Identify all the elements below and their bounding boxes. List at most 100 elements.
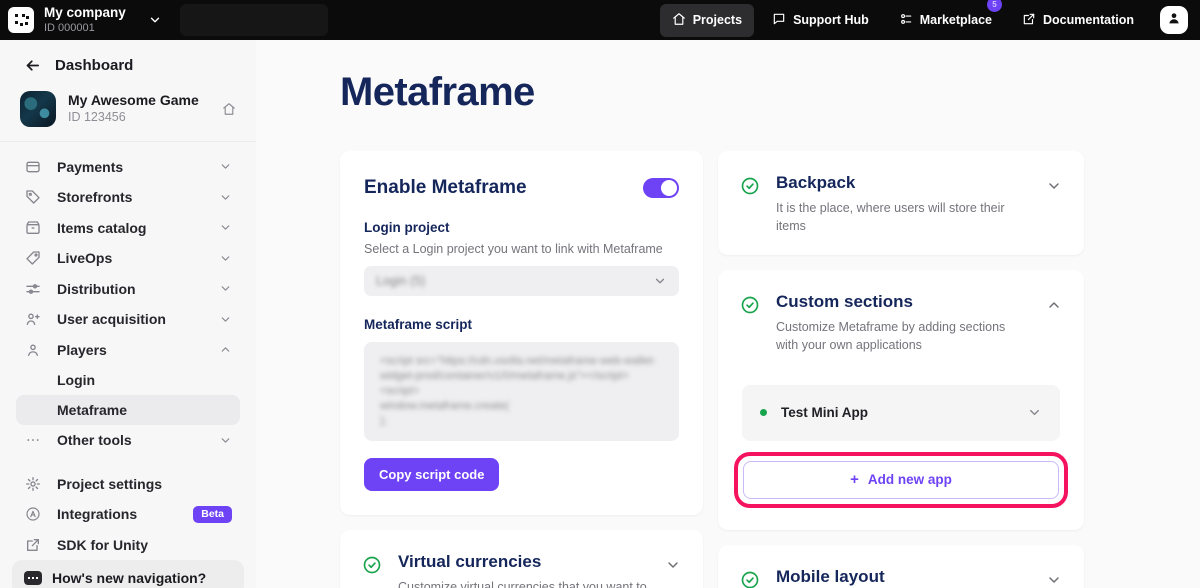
- mixer-icon: [899, 12, 913, 29]
- sidebar-item-label: Payments: [57, 159, 123, 175]
- main-content: Metaframe Enable Metaframe Login project…: [256, 40, 1200, 588]
- nav-divider-gap: [16, 456, 240, 469]
- company-logo[interactable]: [8, 7, 34, 33]
- chevron-down-icon: [219, 221, 232, 234]
- chevron-down-icon: [219, 434, 232, 447]
- sidebar-item-login[interactable]: Login: [16, 365, 240, 395]
- script-line: widget-prod/container/v1/0/metaframe.js"…: [380, 369, 663, 384]
- mobile-layout-title: Mobile layout: [776, 567, 989, 587]
- project-avatar: [20, 91, 56, 127]
- chevron-down-icon[interactable]: [665, 557, 681, 588]
- nav-support-hub-label: Support Hub: [793, 13, 869, 27]
- nav-documentation[interactable]: Documentation: [1010, 4, 1146, 37]
- custom-sections-subtitle: Customize Metaframe by adding sections w…: [776, 318, 1026, 354]
- custom-sections-title: Custom sections: [776, 292, 1026, 312]
- chevron-down-icon: [219, 313, 232, 326]
- chevron-down-icon: [219, 191, 232, 204]
- custom-sections-card: Custom sections Customize Metaframe by a…: [718, 270, 1084, 529]
- promo-label: How's new navigation?: [52, 570, 206, 586]
- enable-metaframe-toggle[interactable]: [643, 178, 679, 198]
- sidebar-item-label: SDK for Unity: [57, 537, 148, 553]
- sidebar-item-other-tools[interactable]: Other tools: [16, 425, 240, 456]
- toggle-knob: [661, 180, 677, 196]
- sidebar-item-integrations[interactable]: Integrations Beta: [16, 499, 240, 530]
- sidebar-item-label: LiveOps: [57, 250, 112, 266]
- sidebar-item-label: Integrations: [57, 506, 137, 522]
- sidebar-item-metaframe[interactable]: Metaframe: [16, 395, 240, 425]
- enable-metaframe-title: Enable Metaframe: [364, 177, 527, 199]
- copy-script-code-button[interactable]: Copy script code: [364, 458, 499, 491]
- virtual-currencies-subtitle: Customize virtual currencies that you wa…: [398, 578, 648, 588]
- chevron-down-icon[interactable]: [1046, 178, 1062, 235]
- profile-button[interactable]: [1160, 6, 1188, 34]
- chevron-down-icon[interactable]: [148, 13, 162, 27]
- check-circle-icon: [740, 176, 760, 235]
- sidebar-item-distribution[interactable]: Distribution: [16, 274, 240, 305]
- xsolla-dots-icon: [15, 14, 18, 17]
- backpack-title: Backpack: [776, 173, 1026, 193]
- sidebar-item-liveops[interactable]: LiveOps: [16, 243, 240, 274]
- check-circle-icon: [362, 555, 382, 588]
- mini-app-row[interactable]: Test Mini App: [742, 385, 1060, 441]
- add-new-app-label: Add new app: [868, 472, 952, 487]
- sidebar-item-user-acquisition[interactable]: User acquisition: [16, 304, 240, 335]
- page-title: Metaframe: [340, 70, 1200, 115]
- virtual-currencies-card: Virtual currencies Customize virtual cur…: [340, 530, 703, 588]
- script-line: <script>: [380, 384, 663, 399]
- chevron-up-icon: [219, 343, 232, 356]
- company-selector[interactable]: My company ID 000001: [44, 5, 126, 34]
- check-circle-icon: [740, 295, 760, 354]
- circle-a-icon: [24, 506, 41, 522]
- sidebar-item-label: Project settings: [57, 476, 162, 492]
- mini-app-name: Test Mini App: [781, 405, 868, 420]
- chevron-down-icon[interactable]: [1046, 572, 1062, 588]
- project-name: My Awesome Game: [68, 92, 199, 110]
- user-icon: [1166, 10, 1182, 31]
- ellipsis-icon: [24, 432, 41, 448]
- chevron-up-icon[interactable]: [1046, 297, 1062, 354]
- metaframe-script-textarea[interactable]: <script src="https://cdn.xsolla.net/meta…: [364, 342, 679, 441]
- add-new-app-button[interactable]: + Add new app: [743, 461, 1059, 499]
- back-to-dashboard[interactable]: Dashboard: [0, 56, 256, 75]
- nav-projects[interactable]: Projects: [660, 4, 754, 37]
- chat-icon: [772, 12, 786, 29]
- company-name: My company: [44, 5, 126, 21]
- user-plus-icon: [24, 311, 41, 327]
- chevron-down-icon: [1027, 405, 1042, 420]
- script-line: <script src="https://cdn.xsolla.net/meta…: [380, 354, 663, 369]
- sidebar-item-storefronts[interactable]: Storefronts: [16, 182, 240, 213]
- marketplace-badge: 5: [987, 0, 1002, 12]
- external-link-icon: [24, 537, 41, 553]
- sidebar-item-payments[interactable]: Payments: [16, 152, 240, 183]
- keyboard-icon: [24, 571, 42, 585]
- top-bar: My company ID 000001 Projects Support Hu…: [0, 0, 1200, 40]
- highlight-annotation: + Add new app: [734, 452, 1068, 508]
- sidebar-item-label: Distribution: [57, 281, 136, 297]
- login-project-hint: Select a Login project you want to link …: [364, 242, 679, 256]
- sidebar-nav: Payments Storefronts Items catalog LiveO…: [0, 152, 256, 561]
- back-label: Dashboard: [55, 57, 133, 74]
- box-icon: [24, 220, 41, 236]
- login-project-label: Login project: [364, 220, 679, 235]
- sidebar-item-items-catalog[interactable]: Items catalog: [16, 213, 240, 244]
- sidebar-item-players[interactable]: Players: [16, 335, 240, 366]
- backpack-subtitle: It is the place, where users will store …: [776, 199, 1026, 235]
- nav-projects-label: Projects: [693, 13, 742, 27]
- person-icon: [24, 342, 41, 358]
- sidebar-item-sdk-for-unity[interactable]: SDK for Unity: [16, 530, 240, 561]
- sidebar-item-project-settings[interactable]: Project settings: [16, 469, 240, 500]
- redacted-block: [180, 4, 328, 36]
- plus-icon: +: [850, 471, 859, 488]
- nav-support-hub[interactable]: Support Hub: [760, 4, 881, 37]
- whats-new-navigation-banner[interactable]: How's new navigation?: [12, 560, 244, 588]
- project-selector[interactable]: My Awesome Game ID 123456: [0, 79, 256, 142]
- sidebar-item-label: Storefronts: [57, 189, 132, 205]
- sidebar-subitem-label: Metaframe: [57, 402, 127, 418]
- login-project-select[interactable]: Login (5): [364, 266, 679, 296]
- home-icon[interactable]: [222, 102, 236, 116]
- top-navigation: Projects Support Hub Marketplace 5 Docum…: [660, 4, 1146, 37]
- sidebar-subitem-label: Login: [57, 372, 95, 388]
- nav-marketplace[interactable]: Marketplace 5: [887, 4, 1004, 37]
- external-link-icon: [1022, 12, 1036, 29]
- sidebar-item-label: Items catalog: [57, 220, 146, 236]
